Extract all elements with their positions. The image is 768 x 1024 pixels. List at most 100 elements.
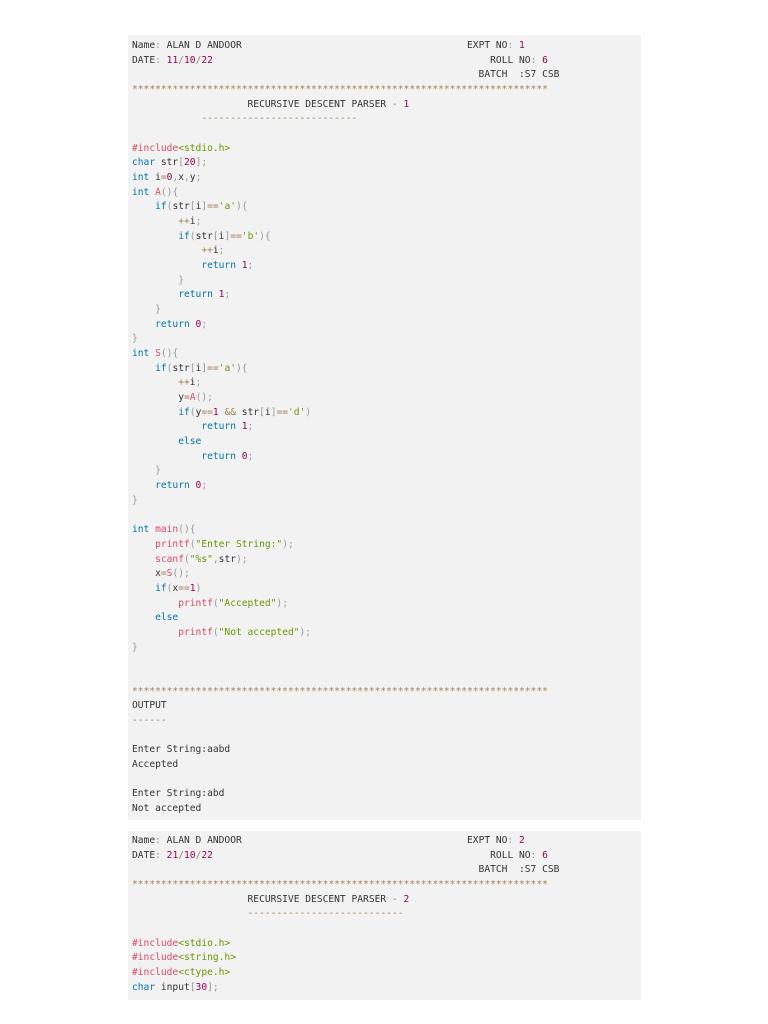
code-token: ------ bbox=[132, 714, 167, 726]
code-token: Name bbox=[132, 835, 156, 846]
code-line: Enter String:abd bbox=[132, 787, 641, 802]
code-line: else bbox=[132, 435, 641, 450]
code-token: str bbox=[195, 230, 213, 242]
code-token: #include bbox=[132, 142, 179, 154]
code-token: <stdio.h> bbox=[178, 142, 231, 154]
code-token: 6 bbox=[542, 54, 548, 66]
code-line: OUTPUT bbox=[132, 699, 641, 714]
code-token: ) bbox=[305, 406, 312, 418]
code-token: } bbox=[155, 465, 161, 477]
code-line: BATCH :S7 CSB bbox=[132, 68, 641, 83]
code-token: : bbox=[155, 835, 167, 846]
code-token: char bbox=[132, 157, 156, 169]
code-token: return bbox=[201, 421, 236, 433]
code-line: y=A(); bbox=[132, 391, 641, 406]
code-token: if bbox=[155, 362, 167, 374]
code-line: RECURSIVE DESCENT PARSER - 2 bbox=[132, 893, 641, 908]
code-token: 2 bbox=[519, 835, 525, 846]
code-token: input bbox=[155, 981, 190, 993]
code-line: BATCH :S7 CSB bbox=[132, 863, 641, 878]
code-token: Name bbox=[132, 40, 156, 51]
code-token: int bbox=[132, 172, 150, 184]
code-token: i bbox=[149, 172, 161, 184]
code-token: 22 bbox=[201, 849, 491, 861]
code-token: 'a' bbox=[218, 362, 237, 374]
code-token: if bbox=[155, 201, 167, 213]
code-token: RECURSIVE DESCENT PARSER bbox=[132, 893, 392, 905]
code-line: RECURSIVE DESCENT PARSER - 1 bbox=[132, 98, 641, 113]
code-token: == bbox=[207, 362, 219, 374]
code-token: : bbox=[507, 40, 520, 51]
code-line: if(y==1 && str[i]=='d') bbox=[132, 406, 641, 421]
code-line: printf("Not accepted"); bbox=[132, 626, 641, 641]
code-token: 11 bbox=[166, 54, 179, 66]
code-block-expt-1: Name: ALAN D ANDOOR EXPT NO: 1 DATE: 11/1… bbox=[128, 35, 641, 820]
code-token: } bbox=[132, 641, 138, 653]
code-token: : bbox=[155, 849, 167, 861]
code-token: --------------------------- bbox=[247, 908, 404, 920]
code-token: - bbox=[391, 98, 404, 110]
code-line: #include<string.h> bbox=[132, 951, 641, 966]
code-token: && bbox=[218, 406, 242, 418]
code-token: ALAN D ANDOOR EXPT NO bbox=[166, 40, 508, 51]
code-token: 'b' bbox=[241, 230, 260, 242]
code-token: 'd' bbox=[288, 406, 306, 418]
code-line: } bbox=[132, 464, 641, 479]
code-line: printf("Accepted"); bbox=[132, 597, 641, 612]
code-line: DATE: 11/10/22 ROLL NO: 6 bbox=[132, 54, 641, 69]
code-token: 6 bbox=[542, 849, 548, 861]
code-token: #include bbox=[132, 952, 179, 964]
code-token: <ctype.h> bbox=[178, 967, 231, 979]
code-token: 2 bbox=[403, 893, 410, 905]
code-line: scanf("%s",str); bbox=[132, 553, 641, 568]
code-token: DATE bbox=[132, 54, 156, 66]
code-token: ){ bbox=[236, 201, 248, 213]
code-token: (); bbox=[172, 568, 190, 580]
code-line: Name: ALAN D ANDOOR EXPT NO: 1 bbox=[132, 39, 641, 54]
code-line: #include<stdio.h> bbox=[132, 142, 641, 157]
code-token: ; bbox=[195, 216, 202, 228]
code-line: DATE: 21/10/22 ROLL NO: 6 bbox=[132, 849, 641, 864]
code-token: ROLL NO bbox=[490, 54, 531, 66]
code-token: ++ bbox=[178, 216, 190, 228]
code-token: return bbox=[201, 450, 236, 462]
code-line: return 0; bbox=[132, 450, 641, 465]
code-token: ); bbox=[282, 538, 294, 550]
code-token: 1 bbox=[519, 40, 525, 51]
code-token: Not accepted bbox=[132, 802, 202, 814]
code-line: printf("Enter String:"); bbox=[132, 538, 641, 553]
code-line: } bbox=[132, 332, 641, 347]
code-token: main bbox=[149, 524, 179, 536]
code-token: == bbox=[230, 230, 242, 242]
code-token: : bbox=[530, 849, 543, 861]
code-token: : bbox=[530, 54, 543, 66]
code-token: return bbox=[201, 260, 236, 272]
code-token: (){ bbox=[178, 524, 196, 536]
code-token: #include bbox=[132, 937, 179, 949]
code-line: if(str[i]=='b'){ bbox=[132, 230, 641, 245]
code-token: ); bbox=[236, 553, 248, 565]
code-token: ){ bbox=[259, 230, 271, 242]
code-token: ****************************************… bbox=[132, 879, 548, 891]
code-token: str bbox=[172, 201, 190, 213]
code-token: int bbox=[132, 186, 150, 198]
code-token: 1 bbox=[403, 98, 410, 110]
code-line: Not accepted bbox=[132, 802, 641, 817]
code-token: } bbox=[155, 304, 161, 316]
code-token: 30 bbox=[195, 981, 208, 993]
code-token: return bbox=[155, 318, 190, 330]
